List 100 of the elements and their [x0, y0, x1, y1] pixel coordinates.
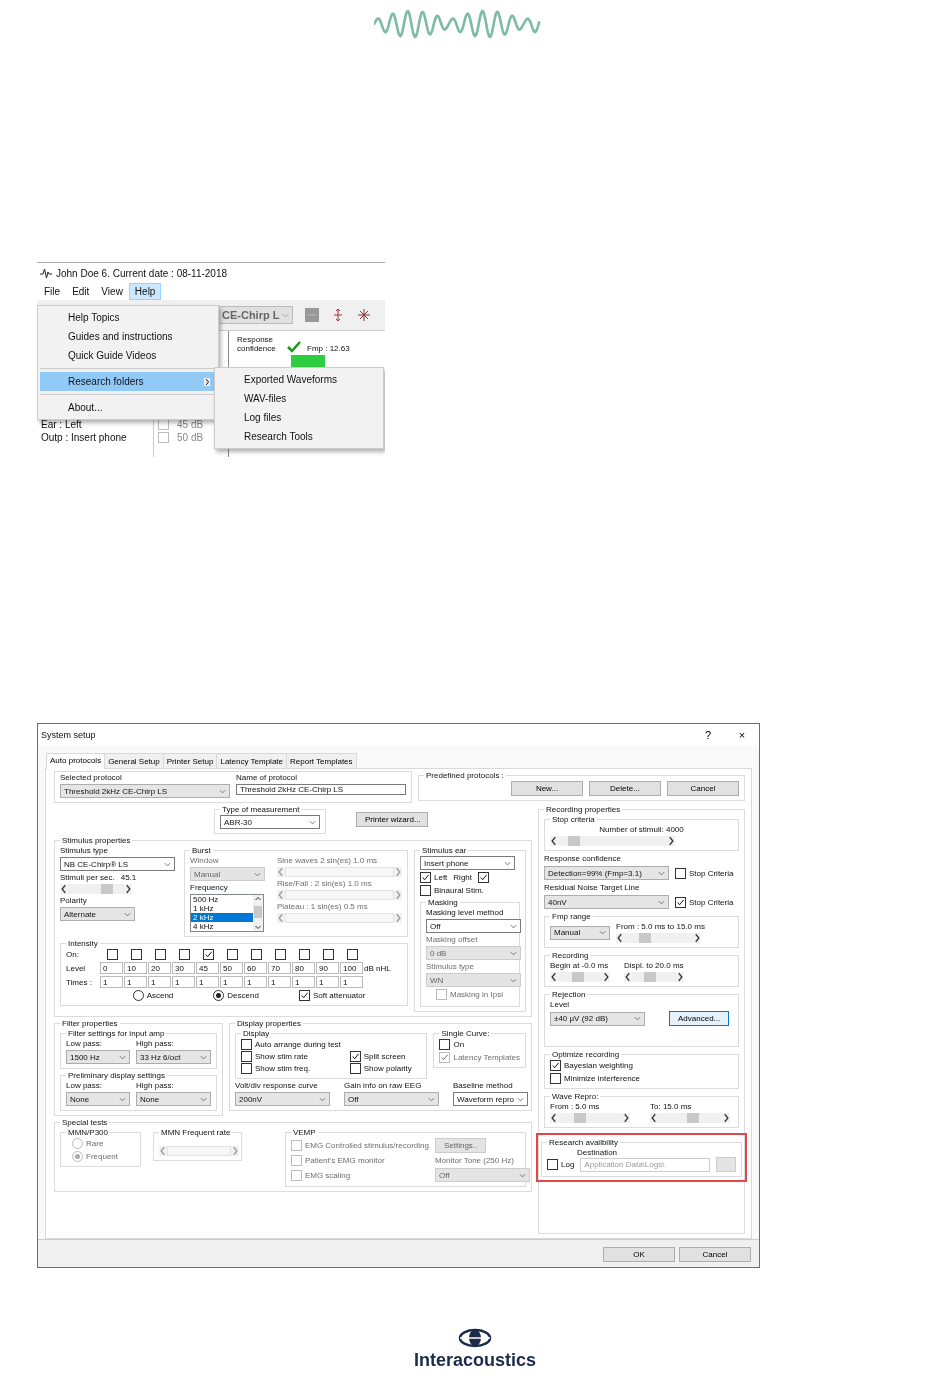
- dropdown[interactable]: Insert phone: [420, 856, 515, 870]
- times-field[interactable]: 1: [196, 976, 219, 988]
- times-field[interactable]: 1: [172, 976, 195, 988]
- close-button[interactable]: ×: [725, 724, 759, 745]
- times-field[interactable]: 1: [244, 976, 267, 988]
- times-field[interactable]: 1: [220, 976, 243, 988]
- dropdown[interactable]: ±40 µV (92 dB): [550, 1011, 645, 1026]
- menu-item[interactable]: Research folders: [40, 372, 216, 391]
- slider[interactable]: [658, 1113, 722, 1123]
- checkbox[interactable]: [154, 949, 166, 960]
- checkbox[interactable]: [241, 1039, 252, 1050]
- menu-item[interactable]: Quick Guide Videos: [40, 346, 216, 365]
- menu-item[interactable]: Help: [128, 283, 162, 300]
- level-field[interactable]: 50: [220, 962, 243, 974]
- checkbox[interactable]: [550, 1060, 561, 1071]
- slider-thumb[interactable]: [101, 884, 114, 894]
- menu-item[interactable]: View: [95, 283, 129, 300]
- checkbox[interactable]: [158, 432, 169, 443]
- dropdown[interactable]: Waveform repro: [453, 1092, 528, 1106]
- level-field[interactable]: 100: [340, 962, 363, 974]
- slider[interactable]: [624, 933, 693, 943]
- menu-item[interactable]: File: [38, 283, 67, 300]
- level-field[interactable]: 0: [100, 962, 123, 974]
- checkbox[interactable]: [241, 1063, 252, 1074]
- dropdown[interactable]: Threshold 2kHz CE-Chirp LS: [60, 784, 230, 798]
- tab[interactable]: Printer Setup: [162, 753, 218, 768]
- menu-item[interactable]: WAV-files: [217, 389, 381, 408]
- checkbox[interactable]: [547, 1159, 558, 1170]
- level-field[interactable]: 80: [292, 962, 315, 974]
- slider-thumb[interactable]: [638, 933, 651, 943]
- slider-thumb[interactable]: [687, 1113, 700, 1123]
- menu-item[interactable]: Exported Waveforms: [217, 370, 381, 389]
- list-box[interactable]: 500 Hz 1 kHz 2 kHz 4 kHz: [190, 894, 264, 932]
- menu-item[interactable]: Research Tools: [217, 427, 381, 446]
- level-field[interactable]: 10: [124, 962, 147, 974]
- list-item[interactable]: 4 kHz: [191, 922, 253, 931]
- button[interactable]: New...: [511, 781, 583, 796]
- slider-thumb[interactable]: [643, 972, 656, 982]
- level-field[interactable]: 60: [244, 962, 267, 974]
- dropdown[interactable]: 200nV: [235, 1092, 330, 1106]
- dropdown[interactable]: 40nV: [544, 895, 669, 909]
- dropdown[interactable]: Manual: [550, 925, 610, 940]
- checkbox[interactable]: [346, 949, 358, 960]
- slider[interactable]: [558, 836, 667, 846]
- menu-item[interactable]: About...: [40, 398, 216, 417]
- checkbox[interactable]: [478, 872, 490, 883]
- dropdown[interactable]: Alternate: [60, 907, 135, 921]
- menu-item[interactable]: Edit: [66, 283, 96, 300]
- dropdown[interactable]: CE-Chirp L: [218, 306, 294, 324]
- button[interactable]: OK: [603, 1247, 675, 1262]
- times-field[interactable]: 1: [100, 976, 123, 988]
- menu-item[interactable]: Help Topics: [40, 308, 216, 327]
- checkbox[interactable]: [241, 1051, 252, 1062]
- tab[interactable]: General Setup: [104, 753, 164, 768]
- checkbox[interactable]: [349, 1051, 361, 1062]
- checkbox[interactable]: [298, 949, 310, 960]
- dropdown[interactable]: 1500 Hz: [66, 1050, 130, 1064]
- checkbox[interactable]: [202, 949, 214, 960]
- dropdown[interactable]: Off: [426, 919, 521, 933]
- list-item[interactable]: 1 kHz: [191, 904, 253, 913]
- times-field[interactable]: 1: [340, 976, 363, 988]
- list-item[interactable]: 500 Hz: [191, 895, 253, 904]
- checkbox[interactable]: [550, 1073, 561, 1084]
- button[interactable]: Delete...: [589, 781, 661, 796]
- dropdown[interactable]: Detection=99% (Fmp=3.1): [544, 866, 669, 880]
- dropdown[interactable]: 33 Hz 6/oct: [136, 1050, 211, 1064]
- checkbox[interactable]: [349, 1063, 361, 1074]
- slider[interactable]: [632, 972, 676, 982]
- radio-button[interactable]: [132, 990, 144, 1001]
- slider-thumb[interactable]: [574, 1113, 587, 1123]
- list-item[interactable]: 2 kHz: [191, 913, 253, 922]
- tab[interactable]: Report Templates: [286, 753, 357, 768]
- checkbox[interactable]: [250, 949, 262, 960]
- button[interactable]: Cancel: [679, 1247, 751, 1262]
- checkbox[interactable]: [226, 949, 238, 960]
- checkbox[interactable]: [178, 949, 190, 960]
- level-field[interactable]: 20: [148, 962, 171, 974]
- checkbox[interactable]: [298, 990, 310, 1001]
- dropdown[interactable]: NB CE-Chirp® LS: [60, 857, 175, 871]
- dropdown[interactable]: None: [66, 1092, 130, 1106]
- checkbox[interactable]: [675, 896, 686, 908]
- times-field[interactable]: 1: [292, 976, 315, 988]
- tab[interactable]: Auto protocols: [46, 753, 106, 769]
- checkbox[interactable]: [675, 867, 686, 879]
- slider[interactable]: [558, 1113, 622, 1123]
- checkbox[interactable]: [130, 949, 142, 960]
- checkbox[interactable]: [274, 949, 286, 960]
- slider[interactable]: [68, 884, 124, 894]
- level-field[interactable]: 30: [172, 962, 195, 974]
- dropdown[interactable]: ABR-30: [220, 815, 320, 829]
- level-field[interactable]: 45: [196, 962, 219, 974]
- slider[interactable]: [558, 972, 602, 982]
- scrollbar[interactable]: [253, 895, 263, 931]
- text-field[interactable]: Threshold 2kHz CE-Chirp LS: [236, 784, 406, 795]
- checkbox[interactable]: [439, 1039, 451, 1050]
- tab[interactable]: Latency Template: [216, 753, 287, 768]
- menu-item[interactable]: Guides and instructions: [40, 327, 216, 346]
- dropdown[interactable]: Off: [344, 1092, 439, 1106]
- level-field[interactable]: 70: [268, 962, 291, 974]
- dropdown[interactable]: None: [136, 1092, 211, 1106]
